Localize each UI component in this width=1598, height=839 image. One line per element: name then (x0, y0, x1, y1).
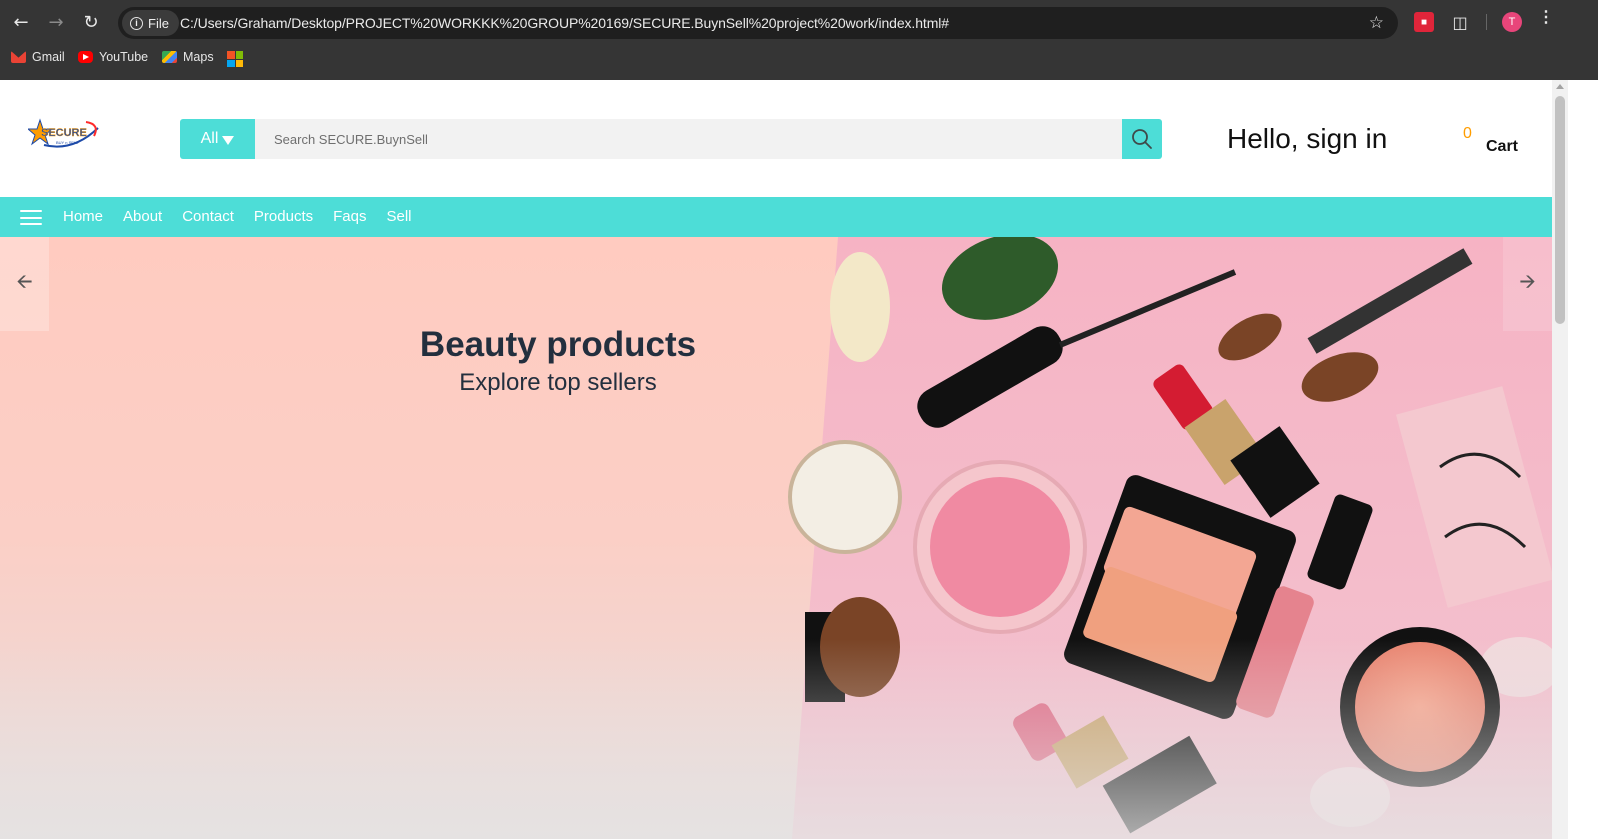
nav-link-home[interactable]: Home (63, 208, 103, 225)
site-info-chip[interactable]: i File (122, 10, 179, 36)
nav-link-contact[interactable]: Contact (182, 208, 234, 225)
carousel-next-button[interactable]: 🡪 (1503, 237, 1552, 331)
hamburger-menu-icon[interactable] (20, 210, 42, 225)
cart-link[interactable]: Cart (1486, 138, 1518, 156)
bookmark-gmail[interactable]: Gmail (11, 50, 65, 64)
search-bar: All (180, 119, 1162, 159)
cart-count-badge: 0 (1463, 125, 1472, 142)
youtube-icon (78, 51, 93, 63)
file-chip-label: File (148, 15, 169, 31)
extensions-puzzle-icon[interactable]: ◫ (1450, 12, 1470, 32)
secure-logo-icon: SECURE BUY n SELL (26, 118, 99, 148)
nav-link-about[interactable]: About (123, 208, 162, 225)
bookmark-microsoft[interactable] (227, 51, 243, 67)
microsoft-icon (227, 51, 243, 67)
bookmark-youtube[interactable]: YouTube (78, 50, 148, 64)
web-page: SECURE BUY n SELL All Hello, sign in 0 C… (0, 80, 1552, 839)
maps-icon (162, 51, 177, 63)
hero-carousel: Beauty products Explore top sellers 🡨 🡪 (0, 237, 1552, 839)
svg-text:BUY n SELL: BUY n SELL (56, 140, 79, 145)
arrow-right-icon: 🡪 (1519, 269, 1536, 293)
bookmarks-bar: Gmail YouTube Maps (0, 48, 1598, 70)
search-icon (1132, 129, 1152, 149)
site-logo[interactable]: SECURE BUY n SELL (26, 118, 102, 152)
hero-fade (0, 639, 1552, 839)
toolbar-divider (1486, 14, 1487, 30)
address-bar[interactable]: i File C:/Users/Graham/Desktop/PROJECT%2… (118, 7, 1398, 39)
browser-chrome: ← → ↻ i File C:/Users/Graham/Desktop/PRO… (0, 0, 1598, 80)
nav-links: Home About Contact Products Faqs Sell (63, 208, 412, 225)
nav-link-products[interactable]: Products (254, 208, 313, 225)
scroll-thumb[interactable] (1555, 96, 1565, 324)
extension-icon[interactable]: ■ (1414, 12, 1434, 32)
bookmark-star-icon[interactable]: ☆ (1369, 13, 1384, 33)
main-nav: Home About Contact Products Faqs Sell (0, 197, 1552, 237)
bookmark-label: YouTube (99, 50, 149, 64)
reload-icon[interactable]: ↻ (79, 10, 103, 34)
bookmark-maps[interactable]: Maps (162, 50, 214, 64)
scroll-up-icon[interactable] (1556, 84, 1564, 89)
profile-avatar[interactable]: T (1502, 12, 1522, 32)
caret-down-icon (222, 135, 235, 145)
forward-icon[interactable]: → (44, 10, 68, 34)
url-text[interactable]: C:/Users/Graham/Desktop/PROJECT%20WORKKK… (180, 15, 949, 31)
search-category-select[interactable]: All (180, 119, 255, 159)
info-icon: i (130, 16, 143, 30)
search-category-label: All (200, 130, 219, 147)
svg-text:SECURE: SECURE (41, 127, 87, 139)
bookmark-label: Gmail (32, 50, 65, 64)
bookmark-label: Maps (183, 50, 214, 64)
page-scrollbar[interactable] (1552, 80, 1568, 839)
gmail-icon (11, 51, 26, 63)
window-edge (1568, 80, 1598, 839)
search-button[interactable] (1122, 119, 1162, 159)
hero-title: Beauty products (419, 325, 697, 364)
nav-link-sell[interactable]: Sell (386, 208, 411, 225)
hero-subtitle: Explore top sellers (459, 369, 657, 396)
site-header: SECURE BUY n SELL All Hello, sign in 0 C… (0, 80, 1552, 197)
nav-link-faqs[interactable]: Faqs (333, 208, 366, 225)
carousel-prev-button[interactable]: 🡨 (0, 237, 49, 331)
sign-in-link[interactable]: Hello, sign in (1227, 123, 1387, 155)
back-icon[interactable]: ← (9, 10, 33, 34)
menu-kebab-icon[interactable]: ⋮ (1538, 10, 1554, 26)
arrow-left-icon: 🡨 (16, 269, 33, 293)
search-input[interactable] (255, 119, 1122, 159)
